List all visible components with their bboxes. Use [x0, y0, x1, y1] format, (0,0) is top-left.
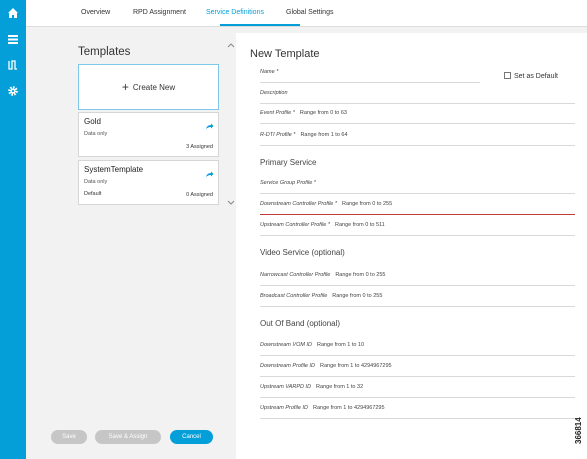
home-icon[interactable] [6, 6, 20, 20]
new-template-form: New Template Name * Set as Default Descr… [236, 33, 587, 459]
plus-icon: + [121, 80, 129, 94]
set-as-default-checkbox[interactable]: Set as Default [504, 72, 558, 80]
description-field[interactable]: Description [260, 90, 575, 104]
primary-service-heading: Primary Service [260, 158, 317, 167]
share-icon[interactable] [205, 165, 214, 177]
tab-overview[interactable]: Overview [81, 9, 110, 16]
upstream-controller-profile-field[interactable]: Upstream Controller Profile * Range from … [260, 222, 575, 236]
templates-heading: Templates [78, 46, 131, 58]
rdti-profile-field[interactable]: R-DTI Profile * Range from 1 to 64 [260, 132, 575, 146]
chevron-up-icon[interactable] [227, 35, 235, 48]
template-card-systemtemplate[interactable]: SystemTemplate Data only Default 0 Assig… [78, 160, 219, 205]
figure-id: 366814 [574, 417, 583, 444]
name-field[interactable]: Name * [260, 69, 480, 83]
cancel-button[interactable]: Cancel [170, 430, 213, 444]
video-service-heading: Video Service (optional) [260, 248, 345, 257]
save-assign-button[interactable]: Save & Assign [95, 430, 161, 444]
tab-global-settings[interactable]: Global Settings [286, 9, 333, 16]
downstream-controller-profile-field[interactable]: Downstream Controller Profile * Range fro… [260, 201, 575, 215]
side-rail [0, 0, 26, 459]
broadcast-controller-profile-field[interactable]: Broadcast Controller Profile Range from 0… [260, 293, 575, 307]
template-card-gold[interactable]: Gold Data only 3 Assigned [78, 112, 219, 157]
content-area: Templates + Create New Gold Data only 3 A… [26, 27, 587, 459]
template-name: SystemTemplate [84, 165, 144, 174]
upstream-profile-id-field[interactable]: Upstream Profile ID Range from 1 to 42949… [260, 405, 575, 419]
tab-rpd-assignment[interactable]: RPD Assignment [133, 9, 186, 16]
top-nav: Overview RPD Assignment Service Definiti… [26, 0, 587, 27]
active-tab-indicator [220, 24, 300, 26]
chevron-down-icon[interactable] [227, 193, 235, 205]
tab-service-definitions[interactable]: Service Definitions [206, 9, 264, 16]
form-title: New Template [250, 48, 320, 60]
assigned-count: 0 Assigned [186, 192, 213, 198]
service-group-profile-field[interactable]: Service Group Profile * [260, 180, 575, 194]
share-icon[interactable] [205, 117, 214, 129]
save-button[interactable]: Save [51, 430, 87, 444]
out-of-band-heading: Out Of Band (optional) [260, 319, 341, 328]
template-subtitle: Data only [84, 131, 108, 137]
waveform-icon[interactable] [6, 58, 20, 72]
create-new-label: Create New [132, 83, 176, 92]
default-tag: Default [84, 191, 102, 197]
downstream-vom-id-field[interactable]: Downstream VOM ID Range from 1 to 10 [260, 342, 575, 356]
checkbox-box[interactable] [504, 72, 511, 79]
template-subtitle: Data only [84, 179, 108, 185]
list-icon[interactable] [6, 32, 20, 46]
template-name: Gold [84, 117, 101, 126]
narrowcast-controller-profile-field[interactable]: Narrowcast Controller Profile Range from … [260, 272, 575, 286]
gear-icon[interactable] [6, 84, 20, 98]
downstream-profile-id-field[interactable]: Downstream Profile ID Range from 1 to 429… [260, 363, 575, 377]
upstream-varpd-id-field[interactable]: Upstream VARPD ID Range from 1 to 32 [260, 384, 575, 398]
event-profile-field[interactable]: Event Profile * Range from 0 to 63 [260, 110, 575, 124]
create-new-card[interactable]: + Create New [78, 64, 219, 110]
assigned-count: 3 Assigned [186, 144, 213, 150]
